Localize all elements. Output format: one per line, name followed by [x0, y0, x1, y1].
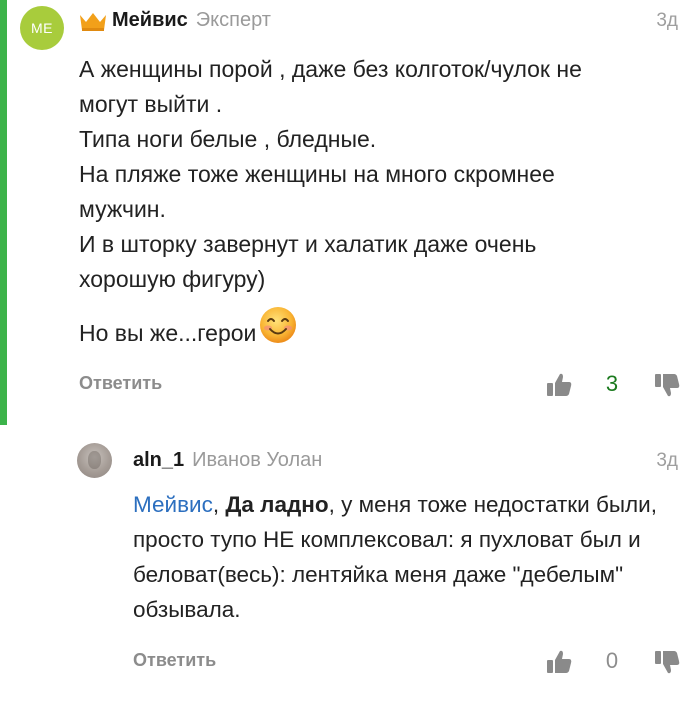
crown-icon	[80, 13, 106, 31]
thumbs-down-icon[interactable]	[653, 371, 681, 399]
comment-actions: Ответить 3	[0, 370, 700, 400]
comment-line: А женщины порой , даже без колготок/чуло…	[79, 56, 582, 82]
comment-line: мужчин.	[79, 196, 166, 222]
comment: МЕ Мейвис Эксперт 3д А женщины порой , д…	[0, 0, 700, 425]
comment-time: 3д	[656, 10, 678, 31]
smiley-emoji	[260, 307, 297, 343]
reply-button[interactable]: Ответить	[79, 373, 162, 394]
author-name[interactable]: Мейвис	[112, 9, 188, 32]
mention-link[interactable]: Мейвис	[133, 492, 213, 517]
vote-count: 3	[605, 371, 619, 396]
author-role: Иванов Уолан	[192, 449, 323, 471]
comment-last-line: Но вы же...герои	[79, 320, 257, 346]
thumbs-down-icon[interactable]	[653, 648, 681, 676]
author-name[interactable]: aln_1	[133, 449, 184, 472]
avatar[interactable]	[77, 443, 112, 478]
comment-line: могут выйти .	[79, 91, 223, 117]
author-role: Эксперт	[195, 9, 271, 31]
comment-text: А женщины порой , даже без колготок/чуло…	[79, 52, 669, 351]
comment-time: 3д	[656, 450, 678, 471]
avatar[interactable]: МЕ	[20, 6, 64, 50]
comment-line: Типа ноги белые , бледные.	[79, 126, 377, 152]
thumbs-up-icon[interactable]	[545, 648, 573, 676]
bold-text: Да ладно	[225, 492, 329, 517]
comment-line: Но вы же...герои	[79, 307, 669, 351]
comment-line: хорошую фигуру)	[79, 266, 266, 292]
comment-line: И в шторку завернут и халатик даже очень	[79, 231, 537, 257]
author-row: aln_1 Иванов Уолан	[133, 449, 322, 472]
author-row: Мейвис Эксперт	[112, 9, 271, 32]
comment-text-part: ,	[212, 492, 226, 517]
comment-reply: aln_1 Иванов Уолан 3д Мейвис, Да ладно, …	[0, 425, 700, 701]
thumbs-up-icon[interactable]	[545, 371, 573, 399]
vote-count: 0	[605, 648, 619, 673]
comment-text: Мейвис, Да ладно, у меня тоже недостатки…	[133, 487, 678, 627]
comment-actions: Ответить 0	[0, 647, 700, 677]
comment-line: На пляже тоже женщины на много скромнее	[79, 161, 555, 187]
reply-button[interactable]: Ответить	[133, 650, 216, 671]
